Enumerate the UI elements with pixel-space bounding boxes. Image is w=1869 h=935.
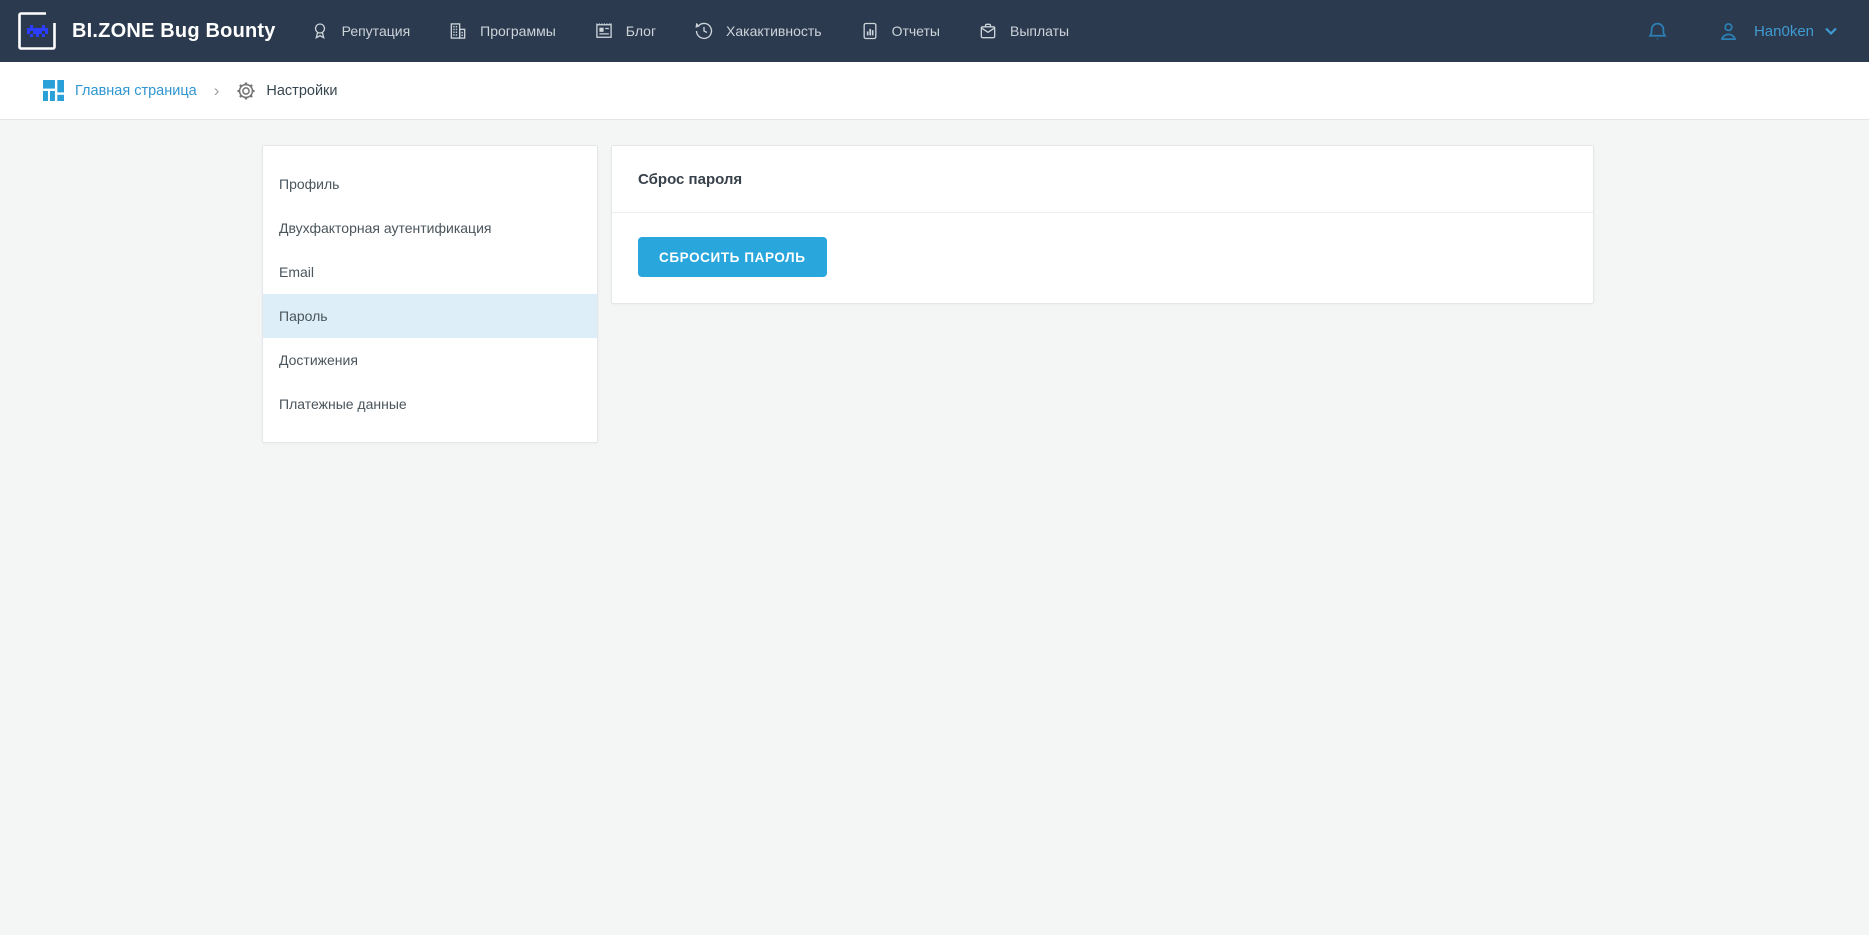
nav-item-label: Репутация: [342, 23, 411, 39]
settings-nav-item-email[interactable]: Email: [263, 250, 597, 294]
notifications-button[interactable]: [1646, 20, 1669, 43]
settings-nav-item-achievements[interactable]: Достижения: [263, 338, 597, 382]
panel-title: Сброс пароля: [638, 171, 1567, 188]
user-menu[interactable]: Han0ken: [1717, 20, 1839, 43]
nav-item-programs[interactable]: Программы: [448, 0, 556, 62]
nav-item-blog[interactable]: Блог: [594, 0, 656, 62]
breadcrumb-home-label: Главная страница: [75, 83, 197, 99]
breadcrumb: Главная страница › Настройки: [0, 62, 1869, 120]
nav-item-reports[interactable]: Отчеты: [860, 0, 940, 62]
nav-item-label: Отчеты: [892, 23, 940, 39]
user-icon: [1717, 20, 1740, 43]
chevron-down-icon: [1823, 23, 1839, 39]
breadcrumb-current: Настройки: [236, 81, 337, 101]
nav-item-payouts[interactable]: Выплаты: [978, 0, 1069, 62]
brand-title[interactable]: BI.ZONE Bug Bounty: [72, 20, 276, 43]
nav-item-label: Программы: [480, 23, 556, 39]
settings-nav: Профиль Двухфакторная аутентификация Ema…: [262, 145, 598, 443]
gear-icon: [236, 81, 256, 101]
password-reset-panel: Сброс пароля СБРОСИТЬ ПАРОЛЬ: [611, 145, 1594, 304]
panel-body: СБРОСИТЬ ПАРОЛЬ: [612, 213, 1593, 303]
breadcrumb-current-label: Настройки: [266, 83, 337, 99]
settings-page: Профиль Двухфакторная аутентификация Ema…: [0, 120, 1869, 443]
bug-logo-icon: [27, 25, 48, 37]
nav-item-reputation[interactable]: Репутация: [310, 0, 411, 62]
navbar-right: Han0ken: [1646, 20, 1839, 43]
settings-nav-item-2fa[interactable]: Двухфакторная аутентификация: [263, 206, 597, 250]
user-name: Han0ken: [1754, 23, 1814, 40]
bizone-logo[interactable]: [16, 10, 58, 52]
nav-item-label: Хакактивность: [726, 23, 822, 39]
briefcase-icon: [978, 21, 998, 41]
report-icon: [860, 21, 880, 41]
history-icon: [694, 21, 714, 41]
settings-nav-item-profile[interactable]: Профиль: [263, 162, 597, 206]
nav-item-label: Выплаты: [1010, 23, 1069, 39]
building-icon: [448, 21, 468, 41]
settings-nav-item-password[interactable]: Пароль: [263, 294, 597, 338]
breadcrumb-separator: ›: [214, 81, 220, 101]
main-nav: Репутация Программы: [310, 0, 1108, 62]
nav-item-label: Блог: [626, 23, 656, 39]
medal-icon: [310, 21, 330, 41]
panel-header: Сброс пароля: [612, 146, 1593, 213]
top-navbar: BI.ZONE Bug Bounty Репутация: [0, 0, 1869, 62]
newspaper-icon: [594, 21, 614, 41]
breadcrumb-home-link[interactable]: Главная страница: [43, 80, 197, 101]
dashboard-icon: [43, 80, 64, 101]
nav-item-hacktivity[interactable]: Хакактивность: [694, 0, 822, 62]
settings-nav-item-payment-data[interactable]: Платежные данные: [263, 382, 597, 426]
reset-password-button[interactable]: СБРОСИТЬ ПАРОЛЬ: [638, 237, 827, 277]
bell-icon: [1646, 20, 1669, 43]
